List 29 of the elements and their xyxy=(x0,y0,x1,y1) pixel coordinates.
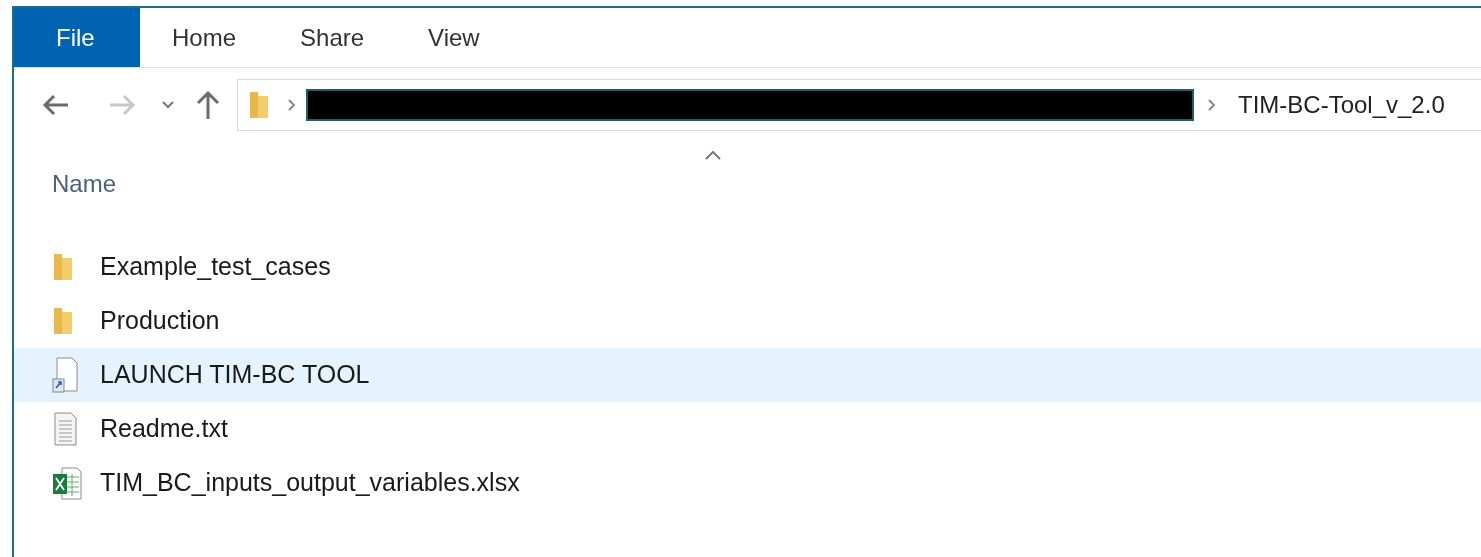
file-menu-button[interactable]: File xyxy=(14,8,140,67)
ribbon-tab[interactable]: View xyxy=(396,8,512,67)
ribbon-tab[interactable]: Share xyxy=(268,8,397,67)
file-row[interactable]: Example_test_cases xyxy=(14,240,1481,294)
file-row[interactable]: LAUNCH TIM-BC TOOL xyxy=(14,348,1481,402)
file-name: Example_test_cases xyxy=(100,251,331,283)
breadcrumb-folder[interactable]: TIM-BC-Tool_v_2.0 xyxy=(1238,87,1445,123)
sort-ascending-icon xyxy=(704,151,721,160)
file-row[interactable]: Production xyxy=(14,294,1481,348)
chevron-down-icon[interactable] xyxy=(162,101,174,109)
text-file-icon xyxy=(52,411,78,447)
file-name: Readme.txt xyxy=(100,413,228,445)
file-row[interactable]: Readme.txt xyxy=(14,402,1481,456)
file-name: Production xyxy=(100,305,220,337)
file-name: TIM_BC_inputs_output_variables.xlsx xyxy=(100,467,520,499)
file-name: LAUNCH TIM-BC TOOL xyxy=(100,359,370,391)
folder-icon xyxy=(52,252,74,282)
address-bar[interactable]: TIM-BC-Tool_v_2.0 xyxy=(237,79,1481,131)
folder-icon xyxy=(52,306,74,336)
spreadsheet-file-icon xyxy=(52,465,82,501)
chevron-right-icon xyxy=(1208,99,1216,111)
file-row[interactable]: TIM_BC_inputs_output_variables.xlsx xyxy=(14,456,1481,510)
chevron-right-icon xyxy=(288,99,296,111)
column-header[interactable]: Name xyxy=(52,166,117,202)
back-arrow-icon[interactable] xyxy=(42,93,70,117)
shortcut-file-icon xyxy=(52,357,78,393)
up-arrow-icon[interactable] xyxy=(196,90,220,120)
folder-icon xyxy=(248,90,270,120)
ribbon-tab[interactable]: Home xyxy=(140,8,269,67)
